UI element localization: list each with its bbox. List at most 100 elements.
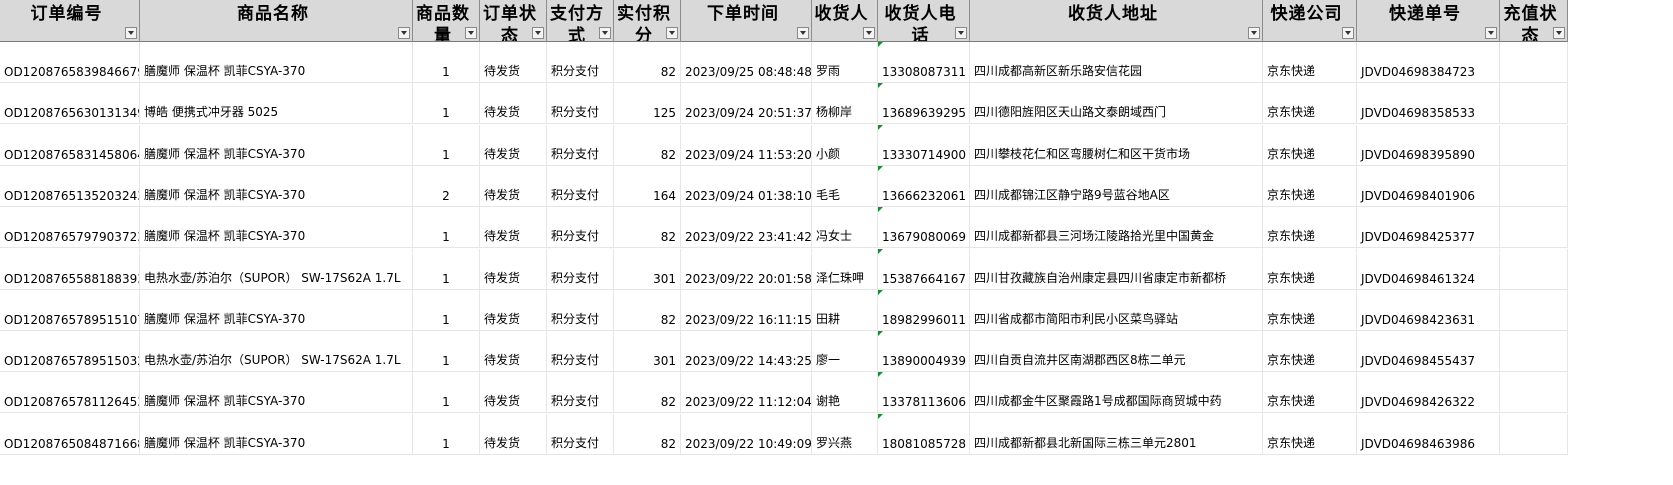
cell-payment-method[interactable]: 积分支付 (547, 413, 614, 455)
cell-product-name[interactable]: 电热水壶/苏泊尔（SUPOR） SW-17S62A 1.7L (140, 331, 413, 373)
column-header-points-paid[interactable]: 实付积分 (614, 0, 681, 42)
column-header-product-name[interactable]: 商品名称 (140, 0, 413, 42)
cell-points-paid[interactable]: 125 (614, 83, 681, 125)
cell-product-name[interactable]: 电热水壶/苏泊尔（SUPOR） SW-17S62A 1.7L (140, 248, 413, 290)
column-header-order-status[interactable]: 订单状态 (480, 0, 547, 42)
cell-product-name[interactable]: 膳魔师 保温杯 凯菲CSYA-370 (140, 124, 413, 166)
cell-payment-method[interactable]: 积分支付 (547, 124, 614, 166)
cell-tracking-number[interactable]: JDVD04698426322 (1357, 372, 1500, 414)
cell-order-id[interactable]: OD1208765831458064 (0, 124, 140, 166)
cell-order-status[interactable]: 待发货 (480, 124, 547, 166)
cell-product-name[interactable]: 膳魔师 保温杯 凯菲CSYA-370 (140, 289, 413, 331)
cell-order-id[interactable]: OD1208765789515107 (0, 289, 140, 331)
cell-recharge-status[interactable] (1500, 331, 1568, 373)
cell-recipient-phone[interactable]: 13890004939 (878, 331, 970, 373)
cell-order-status[interactable]: 待发货 (480, 372, 547, 414)
cell-order-time[interactable]: 2023/09/22 16:11:15 (681, 289, 812, 331)
column-header-tracking-number[interactable]: 快递单号 (1357, 0, 1500, 42)
cell-recipient-phone[interactable]: 13689639295 (878, 83, 970, 125)
cell-recipient-phone[interactable]: 18982996011 (878, 289, 970, 331)
column-header-recipient[interactable]: 收货人 (812, 0, 878, 42)
cell-recipient[interactable]: 毛毛 (812, 165, 878, 207)
cell-order-time[interactable]: 2023/09/24 20:51:37 (681, 83, 812, 125)
cell-points-paid[interactable]: 301 (614, 248, 681, 290)
filter-dropdown-icon[interactable] (797, 27, 809, 39)
filter-dropdown-icon[interactable] (125, 27, 137, 39)
cell-order-id[interactable]: OD1208765630131349 (0, 83, 140, 125)
cell-points-paid[interactable]: 82 (614, 124, 681, 166)
cell-points-paid[interactable]: 82 (614, 413, 681, 455)
cell-order-status[interactable]: 待发货 (480, 413, 547, 455)
cell-points-paid[interactable]: 82 (614, 207, 681, 249)
cell-order-status[interactable]: 待发货 (480, 83, 547, 125)
cell-courier[interactable]: 京东快递 (1263, 372, 1357, 414)
cell-payment-method[interactable]: 积分支付 (547, 207, 614, 249)
cell-quantity[interactable]: 1 (413, 207, 480, 249)
cell-tracking-number[interactable]: JDVD04698395890 (1357, 124, 1500, 166)
cell-recipient[interactable]: 廖一 (812, 331, 878, 373)
cell-tracking-number[interactable]: JDVD04698455437 (1357, 331, 1500, 373)
cell-tracking-number[interactable]: JDVD04698463986 (1357, 413, 1500, 455)
filter-dropdown-icon[interactable] (1342, 27, 1354, 39)
cell-recipient-address[interactable]: 四川省成都市简阳市利民小区菜鸟驿站 (970, 289, 1263, 331)
cell-quantity[interactable]: 1 (413, 248, 480, 290)
cell-order-status[interactable]: 待发货 (480, 289, 547, 331)
cell-quantity[interactable]: 2 (413, 165, 480, 207)
cell-recipient-phone[interactable]: 13308087311 (878, 42, 970, 83)
filter-dropdown-icon[interactable] (666, 27, 678, 39)
cell-recipient-address[interactable]: 四川攀枝花仁和区弯腰树仁和区干货市场 (970, 124, 1263, 166)
cell-order-status[interactable]: 待发货 (480, 248, 547, 290)
column-header-courier[interactable]: 快递公司 (1263, 0, 1357, 42)
cell-quantity[interactable]: 1 (413, 413, 480, 455)
cell-recipient-phone[interactable]: 13330714900 (878, 124, 970, 166)
column-header-recipient-address[interactable]: 收货人地址 (970, 0, 1263, 42)
cell-recipient-phone[interactable]: 18081085728 (878, 413, 970, 455)
filter-dropdown-icon[interactable] (863, 27, 875, 39)
cell-tracking-number[interactable]: JDVD04698401906 (1357, 165, 1500, 207)
column-header-order-time[interactable]: 下单时间 (681, 0, 812, 42)
cell-order-id[interactable]: OD1208765789515032 (0, 331, 140, 373)
cell-recipient-address[interactable]: 四川成都高新区新乐路安信花园 (970, 42, 1263, 83)
cell-recipient-address[interactable]: 四川自贡自流井区南湖郡西区8栋二单元 (970, 331, 1263, 373)
cell-product-name[interactable]: 膳魔师 保温杯 凯菲CSYA-370 (140, 42, 413, 83)
cell-courier[interactable]: 京东快递 (1263, 165, 1357, 207)
cell-payment-method[interactable]: 积分支付 (547, 289, 614, 331)
cell-payment-method[interactable]: 积分支付 (547, 42, 614, 83)
cell-courier[interactable]: 京东快递 (1263, 413, 1357, 455)
cell-product-name[interactable]: 膳魔师 保温杯 凯菲CSYA-370 (140, 413, 413, 455)
cell-courier[interactable]: 京东快递 (1263, 331, 1357, 373)
filter-dropdown-icon[interactable] (599, 27, 611, 39)
cell-recharge-status[interactable] (1500, 372, 1568, 414)
cell-tracking-number[interactable]: JDVD04698384723 (1357, 42, 1500, 83)
cell-courier[interactable]: 京东快递 (1263, 42, 1357, 83)
column-header-recipient-phone[interactable]: 收货人电话 (878, 0, 970, 42)
cell-order-id[interactable]: OD1208765797903723 (0, 207, 140, 249)
cell-quantity[interactable]: 1 (413, 42, 480, 83)
cell-product-name[interactable]: 膳魔师 保温杯 凯菲CSYA-370 (140, 165, 413, 207)
cell-order-time[interactable]: 2023/09/24 01:38:10 (681, 165, 812, 207)
cell-recipient[interactable]: 谢艳 (812, 372, 878, 414)
cell-points-paid[interactable]: 164 (614, 165, 681, 207)
cell-payment-method[interactable]: 积分支付 (547, 248, 614, 290)
column-header-order-id[interactable]: 订单编号 (0, 0, 140, 42)
cell-recipient-address[interactable]: 四川德阳旌阳区天山路文泰朗域西门 (970, 83, 1263, 125)
cell-recharge-status[interactable] (1500, 124, 1568, 166)
cell-recharge-status[interactable] (1500, 83, 1568, 125)
cell-recipient-phone[interactable]: 13378113606 (878, 372, 970, 414)
cell-courier[interactable]: 京东快递 (1263, 124, 1357, 166)
cell-order-id[interactable]: OD1208765588188393 (0, 248, 140, 290)
cell-points-paid[interactable]: 82 (614, 289, 681, 331)
filter-dropdown-icon[interactable] (955, 27, 967, 39)
cell-recipient-address[interactable]: 四川甘孜藏族自治州康定县四川省康定市新都桥 (970, 248, 1263, 290)
cell-recharge-status[interactable] (1500, 42, 1568, 83)
column-header-quantity[interactable]: 商品数量 (413, 0, 480, 42)
cell-recipient-phone[interactable]: 13666232061 (878, 165, 970, 207)
column-header-payment-method[interactable]: 支付方式 (547, 0, 614, 42)
cell-order-time[interactable]: 2023/09/22 14:43:25 (681, 331, 812, 373)
cell-recipient[interactable]: 田耕 (812, 289, 878, 331)
cell-order-status[interactable]: 待发货 (480, 42, 547, 83)
cell-product-name[interactable]: 膳魔师 保温杯 凯菲CSYA-370 (140, 372, 413, 414)
cell-order-time[interactable]: 2023/09/22 11:12:04 (681, 372, 812, 414)
filter-dropdown-icon[interactable] (1553, 27, 1565, 39)
cell-courier[interactable]: 京东快递 (1263, 83, 1357, 125)
